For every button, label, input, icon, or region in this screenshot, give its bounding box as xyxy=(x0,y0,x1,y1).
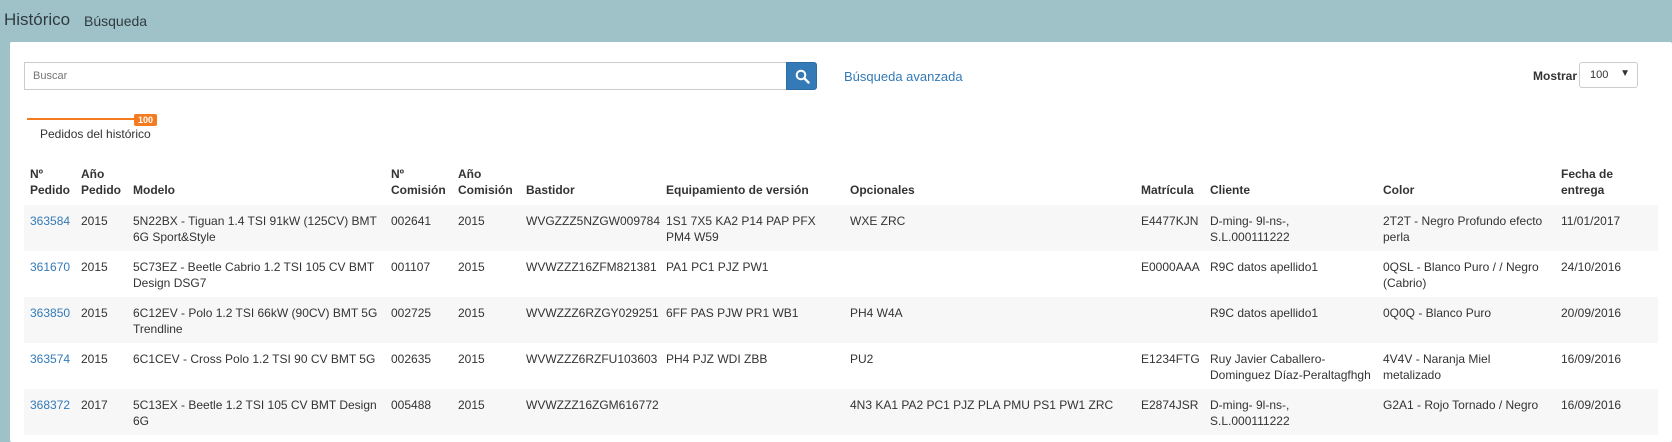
cell-bastidor: WVWZZZ6RZFU103603 xyxy=(526,352,658,366)
cell-matricula xyxy=(1135,297,1204,343)
cell-comision: 002725 xyxy=(391,306,432,320)
cell-cliente: D-ming- 9l-ns-, S.L.000111222 xyxy=(1210,398,1290,428)
page-subtitle: Búsqueda xyxy=(84,13,148,29)
cell-opcionales: PH4 W4A xyxy=(850,306,903,320)
advanced-search-link[interactable]: Búsqueda avanzada xyxy=(844,69,963,84)
tab-label: Pedidos del histórico xyxy=(40,127,151,141)
column-header-opcionales[interactable]: Opcionales xyxy=(844,166,1135,205)
cell-bastidor: WVWZZZ16ZFM821381 xyxy=(526,260,657,274)
cell-color: 4V4V - Naranja Miel metalizado xyxy=(1383,352,1491,382)
table-row[interactable]: 361670 2015 5C73EZ - Beetle Cabrio 1.2 TSI… xyxy=(24,251,1658,297)
cell-pedido-link[interactable]: 361670 xyxy=(24,251,75,297)
cell-anio-comision: 2015 xyxy=(458,260,485,274)
cell-equipamiento: PA1 PC1 PJZ PW1 xyxy=(666,260,769,274)
tab-active-indicator xyxy=(27,118,137,120)
column-header-equipamiento[interactable]: Equipamiento de versión xyxy=(660,166,844,205)
page-size-value: 100 xyxy=(1590,69,1609,81)
cell-fecha-entrega: 20/09/2016 xyxy=(1561,306,1622,320)
column-header-color[interactable]: Color xyxy=(1377,166,1555,205)
column-header-bastidor[interactable]: Bastidor xyxy=(520,166,660,205)
cell-cliente: D-ming- 9l-ns-, S.L.000111222 xyxy=(1210,214,1290,244)
cell-bastidor: WVGZZZ5NZGW009784 xyxy=(526,214,660,228)
tab-pedidos-historico[interactable]: 100 Pedidos del histórico xyxy=(27,114,167,146)
cell-cliente: R9C datos apellido1 xyxy=(1210,306,1319,320)
cell-cliente: Ruy Javier Caballero-Dominguez Díaz-Pera… xyxy=(1210,352,1371,382)
cell-opcionales: 4N3 KA1 PA2 PC1 PJZ PLA PMU PS1 PW1 ZRC xyxy=(850,398,1114,412)
cell-opcionales xyxy=(844,251,1135,297)
cell-anio-pedido: 2017 xyxy=(81,398,108,412)
search-button[interactable] xyxy=(786,62,817,90)
cell-color: 2T2T - Negro Profundo efecto perla xyxy=(1383,214,1543,244)
cell-comision: 002635 xyxy=(391,352,432,366)
search-icon xyxy=(795,69,810,84)
count-badge: 100 xyxy=(134,114,158,126)
column-header-modelo[interactable]: Modelo xyxy=(127,166,385,205)
cell-equipamiento: 1S1 7X5 KA2 P14 PAP PFX PM4 W59 xyxy=(666,214,816,244)
table-header-row: Nº Pedido Año Pedido Modelo Nº Comisión … xyxy=(24,166,1658,205)
column-header-anio-pedido[interactable]: Año Pedido xyxy=(75,166,127,205)
cell-equipamiento: PH4 PJZ WDI ZBB xyxy=(666,352,768,366)
cell-color: G2A1 - Rojo Tornado / Negro xyxy=(1383,398,1539,412)
cell-comision: 005488 xyxy=(391,398,432,412)
table-row[interactable]: 363850 2015 6C12EV - Polo 1.2 TSI 66kW (90… xyxy=(24,297,1658,343)
cell-anio-pedido: 2015 xyxy=(81,214,108,228)
table-row[interactable]: 363574 2015 6C1CEV - Cross Polo 1.2 TSI 90… xyxy=(24,343,1658,389)
search-input[interactable] xyxy=(24,62,787,90)
cell-pedido-link[interactable]: 363574 xyxy=(24,343,75,389)
column-header-pedido[interactable]: Nº Pedido xyxy=(24,166,75,205)
cell-anio-comision: 2015 xyxy=(458,352,485,366)
top-bar: Histórico Búsqueda xyxy=(0,0,1672,42)
cell-fecha-entrega: 11/01/2017 xyxy=(1561,214,1621,228)
cell-modelo: 6C1CEV - Cross Polo 1.2 TSI 90 CV BMT 5G xyxy=(133,352,376,366)
cell-color: 0QSL - Blanco Puro / / Negro (Cabrio) xyxy=(1383,260,1539,290)
cell-matricula: E4477KJN xyxy=(1141,214,1199,228)
page-size-label: Mostrar xyxy=(1533,69,1578,83)
cell-anio-comision: 2015 xyxy=(458,214,485,228)
cell-comision: 001107 xyxy=(391,260,431,274)
cell-anio-comision: 2015 xyxy=(458,398,485,412)
column-header-matricula[interactable]: Matrícula xyxy=(1135,166,1204,205)
cell-opcionales: WXE ZRC xyxy=(850,214,906,228)
cell-comision: 002641 xyxy=(391,214,432,228)
cell-anio-pedido: 2015 xyxy=(81,260,108,274)
column-header-comision[interactable]: Nº Comisión xyxy=(385,166,452,205)
cell-matricula: E2874JSR xyxy=(1141,398,1199,412)
cell-fecha-entrega: 24/10/2016 xyxy=(1561,260,1622,274)
cell-modelo: 5N22BX - Tiguan 1.4 TSI 91kW (125CV) BMT… xyxy=(133,214,377,244)
cell-anio-pedido: 2015 xyxy=(81,306,108,320)
page-size-select[interactable]: 100 ▼ xyxy=(1579,62,1638,88)
cell-equipamiento: 6FF PAS PJW PR1 WB1 xyxy=(666,306,799,320)
table-row[interactable]: 368372 2017 5C13EX - Beetle 1.2 TSI 105 CV… xyxy=(24,389,1658,435)
cell-pedido-link[interactable]: 363850 xyxy=(24,297,75,343)
column-header-anio-comision[interactable]: Año Comisión xyxy=(452,166,520,205)
cell-cliente: R9C datos apellido1 xyxy=(1210,260,1319,274)
caret-down-icon: ▼ xyxy=(1620,68,1630,79)
cell-anio-pedido: 2015 xyxy=(81,352,108,366)
column-header-entrega[interactable]: Fecha de entrega xyxy=(1555,166,1658,205)
cell-bastidor: WVWZZZ16ZGM616772 xyxy=(526,398,659,412)
cell-bastidor: WVWZZZ6RZGY029251 xyxy=(526,306,659,320)
cell-fecha-entrega: 16/09/2016 xyxy=(1561,352,1622,366)
cell-color: 0Q0Q - Blanco Puro xyxy=(1383,306,1492,320)
cell-fecha-entrega: 16/09/2016 xyxy=(1561,398,1622,412)
cell-pedido-link[interactable]: 368372 xyxy=(24,389,75,435)
cell-anio-comision: 2015 xyxy=(458,306,485,320)
page-title: Histórico xyxy=(4,10,71,29)
cell-matricula: E0000AAA xyxy=(1141,260,1200,274)
cell-modelo: 5C73EZ - Beetle Cabrio 1.2 TSI 105 CV BM… xyxy=(133,260,375,290)
cell-pedido-link[interactable]: 363584 xyxy=(24,205,75,251)
orders-table: Nº Pedido Año Pedido Modelo Nº Comisión … xyxy=(24,166,1658,435)
column-header-cliente[interactable]: Cliente xyxy=(1204,166,1377,205)
main-panel: Búsqueda avanzada Mostrar 100 ▼ 100 Pedi… xyxy=(10,42,1672,442)
cell-modelo: 6C12EV - Polo 1.2 TSI 66kW (90CV) BMT 5G… xyxy=(133,306,378,336)
cell-opcionales: PU2 xyxy=(850,352,874,366)
cell-equipamiento xyxy=(660,389,844,435)
cell-modelo: 5C13EX - Beetle 1.2 TSI 105 CV BMT Desig… xyxy=(133,398,377,428)
cell-matricula: E1234FTG xyxy=(1141,352,1200,366)
table-row[interactable]: 363584 2015 5N22BX - Tiguan 1.4 TSI 91kW (… xyxy=(24,205,1658,251)
